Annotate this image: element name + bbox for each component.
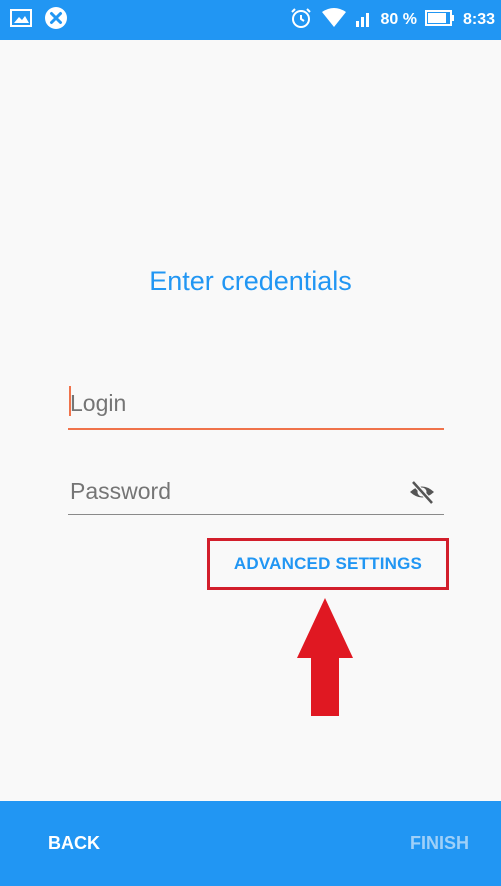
page-title: Enter credentials xyxy=(149,266,352,296)
clock: 8:33 xyxy=(462,11,495,28)
battery-icon xyxy=(424,9,455,32)
advanced-settings-highlight: ADVANCED SETTINGS xyxy=(207,538,449,590)
wifi-icon xyxy=(321,7,347,34)
password-field[interactable] xyxy=(68,470,444,515)
advanced-settings-button[interactable]: ADVANCED SETTINGS xyxy=(210,541,446,587)
alarm-icon xyxy=(289,6,313,35)
battery-percent: 80 % xyxy=(380,11,417,28)
arrow-up-icon xyxy=(295,596,355,718)
image-icon xyxy=(10,8,32,33)
login-input[interactable] xyxy=(70,390,370,417)
login-field[interactable] xyxy=(68,382,444,430)
bottom-navigation-bar: BACK FINISH xyxy=(0,801,501,886)
back-button[interactable]: BACK xyxy=(48,801,100,886)
status-bar: 80 % 8:33 xyxy=(0,0,501,40)
eye-off-icon[interactable] xyxy=(408,478,436,506)
status-bar-left xyxy=(10,6,68,34)
signal-icon xyxy=(355,8,373,33)
finish-button[interactable]: FINISH xyxy=(410,801,469,886)
close-circle-icon xyxy=(44,6,68,35)
password-input[interactable] xyxy=(70,478,370,505)
status-bar-right: 80 % 8:33 xyxy=(289,6,495,35)
screen: 80 % 8:33 Enter credentials Login ADVANC… xyxy=(0,0,501,886)
